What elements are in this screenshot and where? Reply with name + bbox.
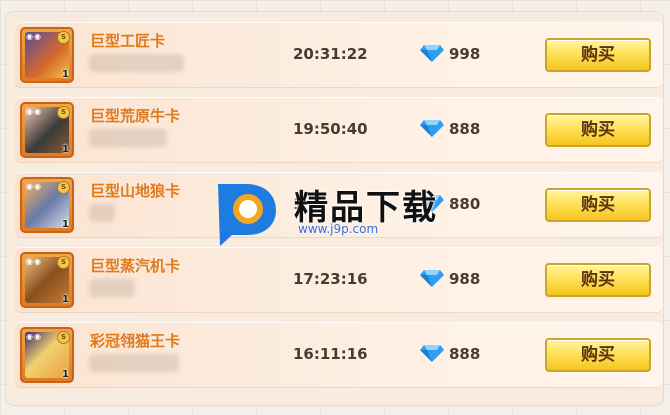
blurred-text	[89, 354, 179, 372]
shop-item-row: ◉◉ S 1 巨型蒸汽机卡 17:23:16 988 购买	[15, 247, 663, 313]
card-count: 1	[62, 294, 69, 305]
item-card-image[interactable]: ◉◉ S 1	[20, 27, 74, 83]
card-stars: ◉◉	[26, 257, 42, 266]
item-name: 巨型工匠卡	[90, 32, 166, 50]
diamond-gem-icon	[420, 270, 444, 287]
item-price: 998	[449, 45, 481, 63]
blurred-text	[89, 279, 135, 297]
buy-button[interactable]: 购买	[545, 188, 651, 222]
card-stars: ◉◉	[26, 32, 42, 41]
item-timer: 19:50:40	[293, 120, 368, 138]
p-logo-icon	[218, 184, 276, 246]
blurred-text	[89, 54, 184, 72]
diamond-gem-icon	[420, 45, 444, 62]
shop-item-row: ◉◉ S 1 彩冠翎猫王卡 16:11:16 888 购买	[15, 322, 663, 388]
item-name: 彩冠翎猫王卡	[90, 332, 181, 350]
blurred-text	[89, 204, 115, 222]
card-count: 1	[62, 369, 69, 380]
watermark: 精品下载 www.j9p.com	[210, 178, 460, 248]
buy-button[interactable]: 购买	[545, 263, 651, 297]
card-badge: S	[57, 106, 70, 119]
item-timer: 16:11:16	[293, 345, 368, 363]
buy-button[interactable]: 购买	[545, 113, 651, 147]
card-stars: ◉◉	[26, 107, 42, 116]
card-badge: S	[57, 256, 70, 269]
shop-item-row: ◉◉ S 1 巨型荒原牛卡 19:50:40 888 购买	[15, 97, 663, 163]
item-timer: 17:23:16	[293, 270, 368, 288]
card-stars: ◉◉	[26, 332, 42, 341]
card-count: 1	[62, 69, 69, 80]
item-price: 888	[449, 120, 481, 138]
item-name: 巨型蒸汽机卡	[90, 257, 181, 275]
blurred-text	[89, 129, 167, 147]
card-stars: ◉◉	[26, 182, 42, 191]
item-card-image[interactable]: ◉◉ S 1	[20, 177, 74, 233]
shop-item-row: ◉◉ S 1 巨型工匠卡 20:31:22 998 购买	[15, 22, 663, 88]
card-badge: S	[57, 331, 70, 344]
item-price: 988	[449, 270, 481, 288]
buy-button[interactable]: 购买	[545, 338, 651, 372]
card-badge: S	[57, 181, 70, 194]
card-count: 1	[62, 219, 69, 230]
item-card-image[interactable]: ◉◉ S 1	[20, 327, 74, 383]
item-card-image[interactable]: ◉◉ S 1	[20, 102, 74, 158]
buy-button[interactable]: 购买	[545, 38, 651, 72]
item-card-image[interactable]: ◉◉ S 1	[20, 252, 74, 308]
card-badge: S	[57, 31, 70, 44]
item-name: 巨型山地狼卡	[90, 182, 181, 200]
diamond-gem-icon	[420, 120, 444, 137]
item-name: 巨型荒原牛卡	[90, 107, 181, 125]
card-count: 1	[62, 144, 69, 155]
item-price: 888	[449, 345, 481, 363]
diamond-gem-icon	[420, 345, 444, 362]
watermark-url: www.j9p.com	[298, 222, 379, 236]
item-timer: 20:31:22	[293, 45, 368, 63]
